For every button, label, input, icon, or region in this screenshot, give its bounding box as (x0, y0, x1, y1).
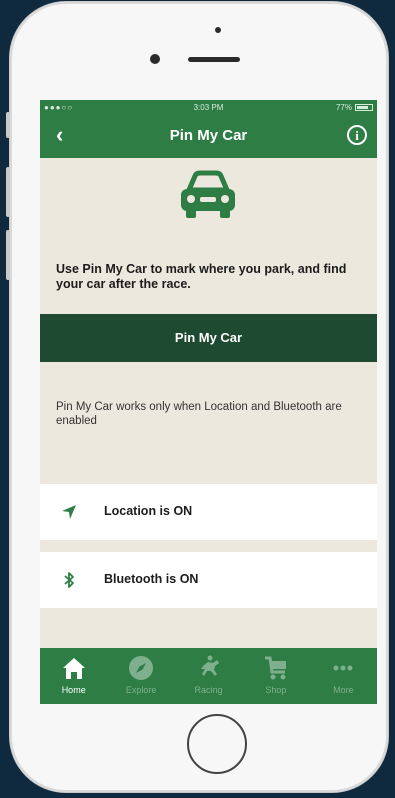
home-button[interactable] (187, 714, 247, 774)
compass-icon (129, 656, 154, 680)
location-status-row: Location is ON (40, 484, 377, 540)
volume-down-button (6, 230, 10, 280)
volume-up-button (6, 167, 10, 217)
location-arrow-icon (62, 505, 76, 519)
bluetooth-status-row: Bluetooth is ON (40, 552, 377, 608)
tab-racing-label: Racing (194, 685, 223, 695)
tab-racing[interactable]: Racing (175, 648, 242, 704)
location-status-label: Location is ON (104, 504, 193, 518)
bluetooth-status-label: Bluetooth is ON (104, 572, 199, 586)
earpiece-speaker (188, 57, 240, 62)
front-camera (215, 27, 221, 33)
car-icon (181, 170, 235, 218)
status-bar: ●●●○○ 3:03 PM 77% (40, 100, 377, 114)
requirements-note: Pin My Car works only when Location and … (56, 401, 342, 427)
navigation-bar: ‹ Pin My Car i (40, 114, 377, 158)
battery-icon (355, 103, 373, 111)
tab-home[interactable]: Home (40, 648, 107, 704)
tab-home-label: Home (61, 685, 86, 695)
tab-explore[interactable]: Explore (107, 648, 174, 704)
mute-switch (6, 112, 10, 138)
tab-more-label: More (333, 685, 354, 695)
tab-bar: Home Explore Racing Shop More (40, 648, 377, 704)
page-title: Pin My Car (169, 127, 248, 144)
proximity-sensor (150, 54, 160, 64)
tab-explore-label: Explore (125, 685, 157, 695)
tab-shop-label: Shop (265, 685, 287, 695)
tab-shop[interactable]: Shop (242, 648, 309, 704)
bluetooth-icon (64, 572, 74, 588)
intro-section: Use Pin My Car to mark where you park, a… (40, 158, 377, 314)
more-dots-icon (333, 665, 353, 671)
app-screen: ●●●○○ 3:03 PM 77% ‹ Pin My Car i Use Pin… (40, 100, 377, 704)
status-time: 3:03 PM (193, 102, 224, 112)
cart-icon (264, 656, 286, 680)
info-icon[interactable]: i (347, 125, 367, 145)
home-icon (62, 658, 85, 679)
pin-my-car-button[interactable]: Pin My Car (40, 314, 377, 362)
tab-more[interactable]: More (310, 648, 377, 704)
horse-racing-icon (200, 655, 219, 676)
intro-description: Use Pin My Car to mark where you park, a… (56, 262, 347, 291)
